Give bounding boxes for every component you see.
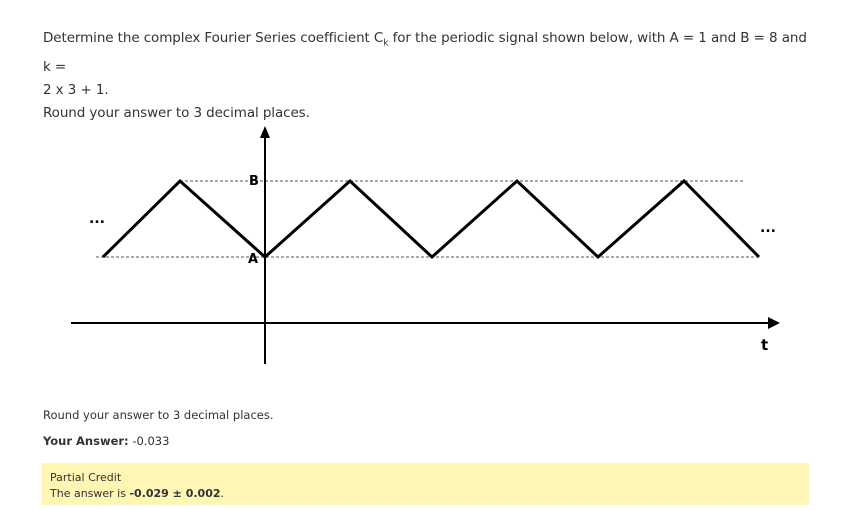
t-axis-arrowhead [768,317,780,329]
label-a: A [248,252,258,267]
your-answer: Your Answer: -0.033 [43,434,169,448]
ellipsis-left: ... [89,211,105,227]
round-instruction: Round your answer to 3 decimal places. [43,408,274,422]
feedback-box: Partial Credit The answer is -0.029 ± 0.… [42,463,809,505]
triangle-wave-figure: B A t ... ... [71,126,780,364]
vertical-axis-arrowhead [260,126,270,138]
feedback-text-end: . [220,487,225,500]
your-answer-label: Your Answer: [43,434,129,448]
feedback-text-start: The answer is [50,487,130,500]
correct-answer: -0.029 ± 0.002 [129,487,221,500]
ellipsis-right: ... [760,220,776,236]
label-b: B [249,174,259,189]
feedback-title: Partial Credit [50,471,122,484]
feedback-text: The answer is -0.029 ± 0.002. [50,486,801,502]
triangle-wave [101,178,761,260]
axis-label-t: t [761,336,768,354]
your-answer-value: -0.033 [132,434,170,448]
